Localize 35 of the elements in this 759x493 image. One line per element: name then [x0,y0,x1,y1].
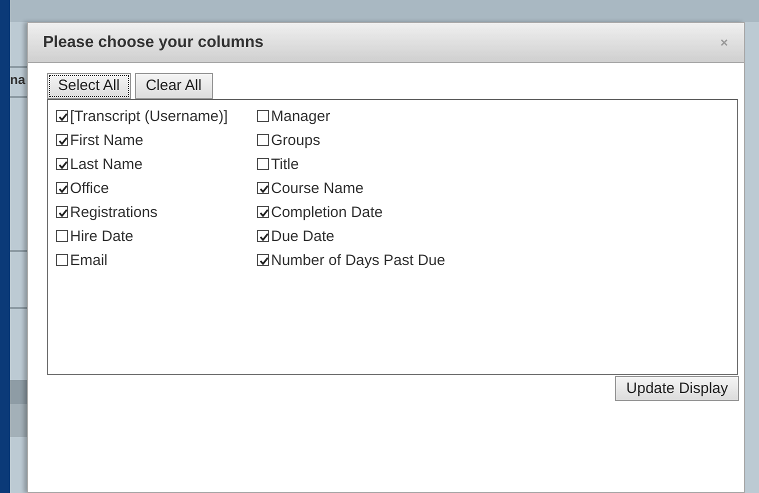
checkbox-label[interactable]: Completion Date [271,204,383,220]
checkbox-label[interactable]: Email [70,252,108,268]
checkbox-label[interactable]: Groups [271,132,320,148]
checkbox-label[interactable]: Hire Date [70,228,134,244]
update-display-button[interactable]: Update Display [615,376,739,401]
checkbox[interactable] [56,206,68,218]
checkbox[interactable] [257,206,269,218]
checkbox-label[interactable]: Due Date [271,228,334,244]
checkbox[interactable] [257,182,269,194]
checkbox[interactable] [56,134,68,146]
checkbox[interactable] [56,230,68,242]
toolbar-button[interactable]: Clear All [134,73,213,98]
checkbox-label[interactable]: [Transcript (Username)] [70,108,228,124]
checkbox[interactable] [56,254,68,266]
checkbox-label[interactable]: Manager [271,108,330,124]
checkbox[interactable] [257,254,269,266]
checkbox-label[interactable]: Office [70,180,109,196]
checkbox-label[interactable]: Number of Days Past Due [271,252,446,268]
page-row-band [10,380,28,404]
checkbox[interactable] [257,230,269,242]
toolbar-button[interactable]: Select All [47,73,131,98]
checkbox-label[interactable]: Registrations [70,204,158,220]
checkbox[interactable] [257,158,269,170]
page-row-band [10,404,28,437]
checkbox[interactable] [257,110,269,122]
cut-off-label: na [10,71,26,89]
checkbox[interactable] [56,158,68,170]
checkbox-label[interactable]: Title [271,156,299,172]
checkbox-label[interactable]: Course Name [271,180,364,196]
dialog-title: Please choose your columns [43,32,264,52]
checkbox-label[interactable]: First Name [70,132,144,148]
checkbox-label[interactable]: Last Name [70,156,143,172]
checkbox[interactable] [56,182,68,194]
checkbox[interactable] [56,110,68,122]
checkbox[interactable] [257,134,269,146]
